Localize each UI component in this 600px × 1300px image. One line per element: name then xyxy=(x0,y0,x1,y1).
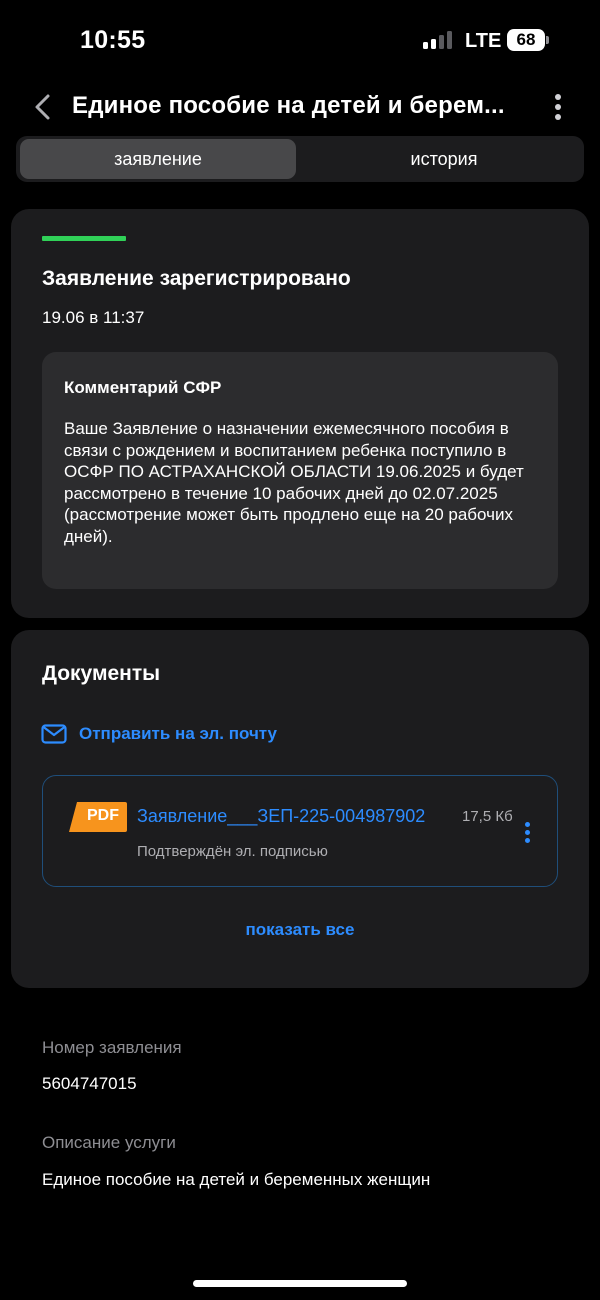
tab-application[interactable]: заявление xyxy=(20,139,296,179)
document-file-item[interactable]: PDF Заявление___ЗЕП-225-004987902 17,5 К… xyxy=(42,775,558,887)
document-size: 17,5 Кб xyxy=(462,808,513,825)
tab-switcher: заявление история xyxy=(16,136,584,182)
documents-title: Документы xyxy=(42,662,161,685)
comment-text: Ваше Заявление о назначении ежемесячного… xyxy=(64,419,524,546)
page-title: Единое пособие на детей и берем... xyxy=(72,92,505,119)
status-bar: 10:55 LTE 68 xyxy=(0,0,600,80)
comment-title: Комментарий СФР xyxy=(64,378,222,397)
application-number-value: 5604747015 xyxy=(42,1074,137,1093)
mail-icon xyxy=(41,724,67,744)
application-status-card: Заявление зарегистрировано 19.06 в 11:37… xyxy=(11,209,589,618)
tab-history[interactable]: история xyxy=(306,139,582,179)
service-description-value: Единое пособие на детей и беременных жен… xyxy=(42,1170,431,1189)
documents-card: Документы Отправить на эл. почту PDF Зая… xyxy=(11,630,589,988)
service-description-label: Описание услуги xyxy=(42,1133,176,1152)
status-progress-indicator xyxy=(42,236,126,241)
status-time: 10:55 xyxy=(80,26,146,54)
show-all-button[interactable]: показать все xyxy=(11,920,589,940)
pdf-type-label: PDF xyxy=(87,807,119,824)
app-header: Единое пособие на детей и берем... xyxy=(0,80,600,135)
more-vertical-icon[interactable] xyxy=(548,92,568,122)
document-name[interactable]: Заявление___ЗЕП-225-004987902 xyxy=(137,806,425,827)
send-email-button[interactable]: Отправить на эл. почту xyxy=(41,721,277,747)
home-indicator[interactable] xyxy=(193,1280,407,1287)
send-email-label: Отправить на эл. почту xyxy=(79,724,278,743)
sfr-comment-box: Комментарий СФР Ваше Заявление о назначе… xyxy=(42,352,558,589)
document-more-icon[interactable] xyxy=(521,820,535,846)
cellular-signal-icon xyxy=(423,31,453,49)
battery-icon: 68 xyxy=(507,29,545,51)
battery-tip xyxy=(546,36,549,44)
application-number-label: Номер заявления xyxy=(42,1038,182,1057)
status-title: Заявление зарегистрировано xyxy=(42,267,351,290)
network-type: LTE xyxy=(465,30,502,52)
document-signature-status: Подтверждён эл. подписью xyxy=(137,843,328,860)
pdf-file-icon: PDF xyxy=(69,802,127,832)
back-chevron-icon[interactable] xyxy=(28,90,58,124)
status-date: 19.06 в 11:37 xyxy=(42,308,145,327)
